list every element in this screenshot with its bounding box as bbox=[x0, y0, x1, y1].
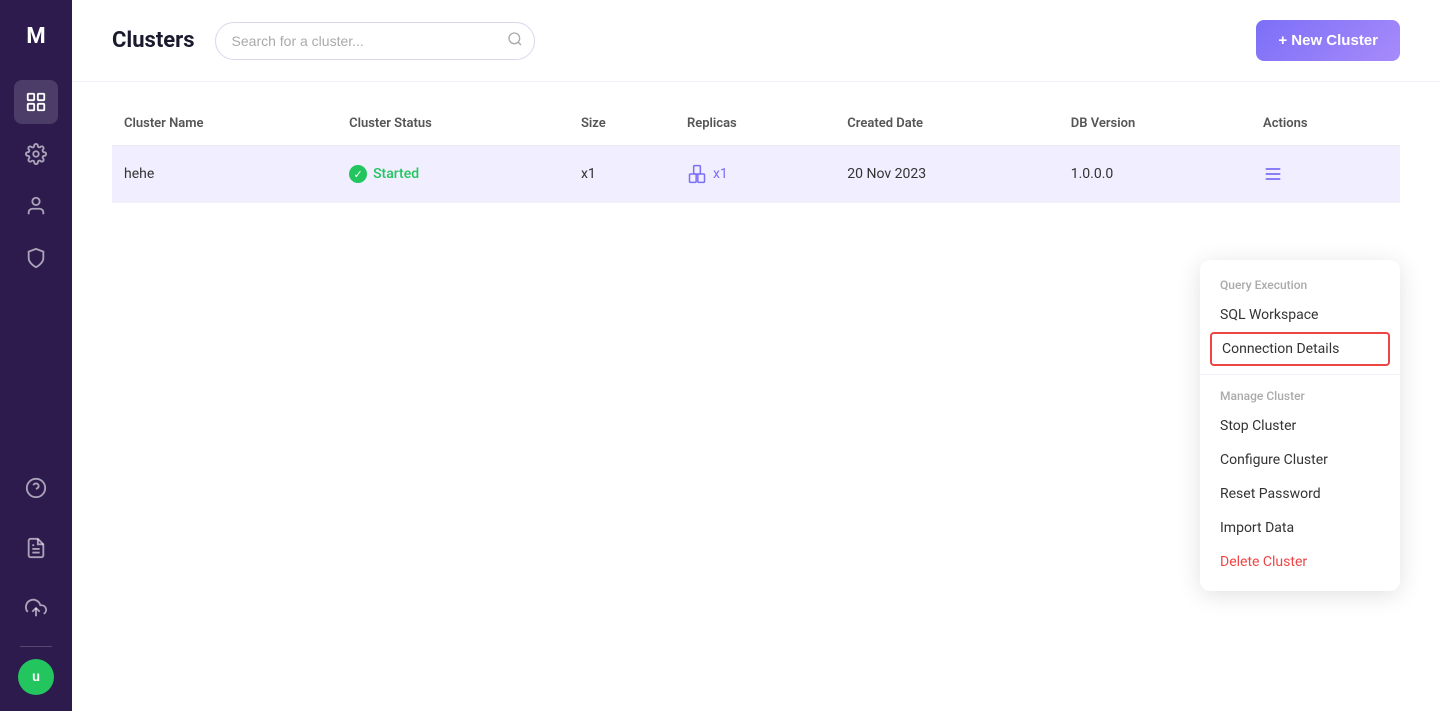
col-header-status: Cluster Status bbox=[337, 102, 569, 146]
sidebar-item-help[interactable] bbox=[14, 466, 58, 510]
replica-icon bbox=[687, 164, 707, 184]
page-title: Clusters bbox=[112, 28, 195, 53]
cell-actions bbox=[1251, 146, 1400, 203]
cell-cluster-name: hehe bbox=[112, 146, 337, 203]
actions-menu-icon bbox=[1263, 164, 1283, 184]
manage-cluster-label: Manage Cluster bbox=[1200, 383, 1400, 409]
search-icon bbox=[507, 31, 523, 51]
clusters-table: Cluster Name Cluster Status Size Replica… bbox=[112, 102, 1400, 203]
sidebar: M bbox=[0, 0, 72, 711]
delete-cluster-item[interactable]: Delete Cluster bbox=[1200, 545, 1400, 579]
col-header-created-date: Created Date bbox=[835, 102, 1058, 146]
sidebar-item-docs[interactable] bbox=[14, 526, 58, 570]
sidebar-item-shield[interactable] bbox=[14, 236, 58, 280]
status-label: Started bbox=[373, 166, 419, 182]
col-header-db-version: DB Version bbox=[1059, 102, 1251, 146]
status-started: Started bbox=[349, 165, 557, 183]
sidebar-item-upload[interactable] bbox=[14, 586, 58, 630]
sql-workspace-item[interactable]: SQL Workspace bbox=[1200, 298, 1400, 332]
query-execution-label: Query Execution bbox=[1200, 272, 1400, 298]
status-dot-icon bbox=[349, 165, 367, 183]
import-data-item[interactable]: Import Data bbox=[1200, 511, 1400, 545]
new-cluster-button[interactable]: + New Cluster bbox=[1256, 20, 1400, 61]
actions-dropdown: Query Execution SQL Workspace Connection… bbox=[1200, 260, 1400, 591]
app-logo: M bbox=[16, 16, 56, 56]
reset-password-item[interactable]: Reset Password bbox=[1200, 477, 1400, 511]
header: Clusters + New Cluster bbox=[72, 0, 1440, 82]
stop-cluster-item[interactable]: Stop Cluster bbox=[1200, 409, 1400, 443]
main-content: Clusters + New Cluster Cluster Name Clus… bbox=[72, 0, 1440, 711]
dropdown-divider bbox=[1200, 374, 1400, 375]
table-header-row: Cluster Name Cluster Status Size Replica… bbox=[112, 102, 1400, 146]
configure-cluster-item[interactable]: Configure Cluster bbox=[1200, 443, 1400, 477]
col-header-size: Size bbox=[569, 102, 675, 146]
cell-cluster-status: Started bbox=[337, 146, 569, 203]
search-input[interactable] bbox=[215, 22, 535, 60]
replicas-count: x1 bbox=[713, 166, 728, 182]
sidebar-item-users[interactable] bbox=[14, 184, 58, 228]
table-row: hehe Started x1 bbox=[112, 146, 1400, 203]
sidebar-divider bbox=[20, 646, 52, 647]
search-container bbox=[215, 22, 535, 60]
col-header-replicas: Replicas bbox=[675, 102, 835, 146]
replicas-cell: x1 bbox=[687, 164, 823, 184]
avatar[interactable]: u bbox=[18, 659, 54, 695]
cell-size: x1 bbox=[569, 146, 675, 203]
connection-details-item[interactable]: Connection Details bbox=[1210, 332, 1390, 366]
sidebar-item-settings[interactable] bbox=[14, 132, 58, 176]
col-header-name: Cluster Name bbox=[112, 102, 337, 146]
actions-button[interactable] bbox=[1263, 164, 1283, 184]
cell-created-date: 20 Nov 2023 bbox=[835, 146, 1058, 203]
col-header-actions: Actions bbox=[1251, 102, 1400, 146]
sidebar-item-clusters[interactable] bbox=[14, 80, 58, 124]
cell-db-version: 1.0.0.0 bbox=[1059, 146, 1251, 203]
cell-replicas: x1 bbox=[675, 146, 835, 203]
